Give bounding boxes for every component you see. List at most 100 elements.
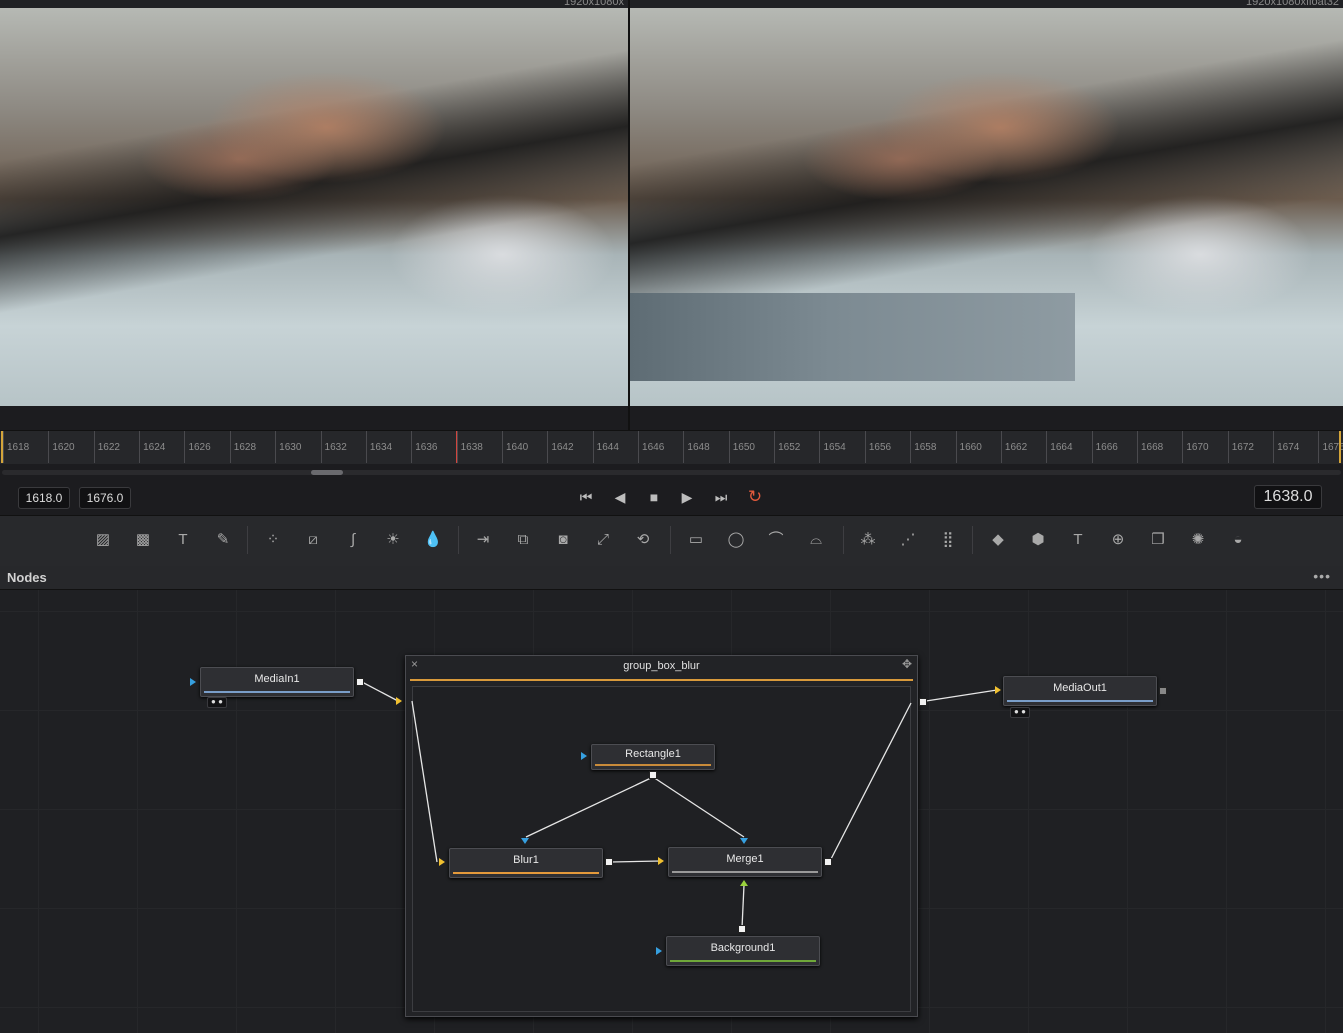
node-background1[interactable]: Background1 (666, 936, 820, 966)
group-box-blur[interactable]: × group_box_blur ✥ (405, 655, 918, 1017)
ruler-label: 1642 (551, 442, 574, 453)
output-port[interactable] (605, 858, 613, 866)
play-button[interactable]: ▶ (677, 488, 697, 506)
ruler-label: 1650 (732, 442, 755, 453)
group-color-bar (410, 679, 913, 681)
image-plane-3d-icon[interactable]: ◆ (986, 529, 1010, 551)
prender-icon[interactable]: ⋰ (896, 529, 920, 551)
node-label: Rectangle1 (625, 748, 681, 760)
ruler-tick (1227, 431, 1229, 463)
pemitter-icon[interactable]: ⁂ (856, 529, 880, 551)
view-badge[interactable]: ● ● (207, 697, 227, 708)
input-port[interactable] (190, 678, 196, 686)
renderer-3d-icon[interactable]: ◒ (1226, 529, 1250, 551)
node-mediaout1[interactable]: MediaOut1 (1003, 676, 1157, 706)
matte-control-icon[interactable]: ◙ (551, 529, 575, 551)
particle-style-icon[interactable]: ⣿ (936, 529, 960, 551)
output-port[interactable] (738, 925, 746, 933)
scroll-track[interactable] (2, 470, 1341, 475)
ruler-label: 1618 (7, 442, 30, 453)
ruler-tick (229, 431, 231, 463)
ruler-tick (48, 431, 50, 463)
input-port[interactable] (581, 752, 587, 760)
blur-icon[interactable]: 💧 (421, 529, 445, 551)
right-viewer[interactable]: 1920x1080xfloat32 (630, 0, 1343, 430)
render-end-field[interactable]: 1676.0 (79, 487, 131, 509)
timeline-ruler[interactable]: 1618 1620 1622 1624 1626 1628 1630 1632 1634 1636… (0, 430, 1343, 464)
mask-input-port[interactable] (740, 838, 748, 844)
ruler-label: 1624 (143, 442, 166, 453)
node-color-bar (670, 960, 816, 962)
group-output-port[interactable] (919, 698, 927, 706)
stop-button[interactable]: ■ (644, 488, 664, 506)
input-port[interactable] (439, 858, 445, 866)
resize-icon[interactable]: ⤢ (591, 529, 615, 551)
last-frame-button[interactable]: ⏭ (711, 488, 731, 506)
render-start-field[interactable]: 1618.0 (18, 487, 70, 509)
current-time-field[interactable]: 1638.0 (1254, 485, 1322, 509)
node-label: MediaOut1 (1053, 682, 1107, 694)
shape-3d-icon[interactable]: ⬢ (1026, 529, 1050, 551)
polygon-mask-icon[interactable]: ⌒ (764, 529, 788, 551)
light-3d-icon[interactable]: ✺ (1186, 529, 1210, 551)
text-3d-icon[interactable]: T (1066, 529, 1090, 551)
move-icon[interactable]: ✥ (902, 657, 912, 671)
node-mediain1[interactable]: MediaIn1 (200, 667, 354, 697)
node-color-bar (595, 764, 711, 766)
merge-icon[interactable]: ⧉ (511, 529, 535, 551)
brightness-contrast-icon[interactable]: ∫ (341, 529, 365, 551)
color-curves-icon[interactable]: ⧄ (301, 529, 325, 551)
input-port[interactable] (995, 686, 1001, 694)
left-viewer[interactable]: 1920x1080x (0, 0, 628, 430)
input-port[interactable] (656, 947, 662, 955)
paint-icon[interactable]: ✎ (211, 529, 235, 551)
ruler-label: 1622 (97, 442, 120, 453)
node-label: Background1 (710, 942, 776, 954)
ruler-tick (365, 431, 367, 463)
cube-3d-icon[interactable]: ❒ (1146, 529, 1170, 551)
first-frame-button[interactable]: ⏮ (576, 488, 596, 506)
rectangle-mask-icon[interactable]: ▭ (684, 529, 708, 551)
text-icon[interactable]: T (171, 529, 195, 551)
toolbar-separator (670, 526, 671, 554)
output-port[interactable] (1159, 687, 1167, 695)
fast-noise-icon[interactable]: ▩ (131, 529, 155, 551)
background-input-port[interactable] (658, 857, 664, 865)
ruler-label: 1668 (1141, 442, 1164, 453)
ruler-tick (320, 431, 322, 463)
particle-icon[interactable]: ⁘ (261, 529, 285, 551)
merge-3d-icon[interactable]: ⊕ (1106, 529, 1130, 551)
ruler-tick (501, 431, 503, 463)
mask-input-port[interactable] (521, 838, 529, 844)
toolbar-separator (247, 526, 248, 554)
ruler-tick (1137, 431, 1138, 463)
viewer-image-right (630, 8, 1343, 406)
timeline-scrollbar[interactable] (0, 464, 1343, 480)
output-port[interactable] (649, 771, 657, 779)
node-blur1[interactable]: Blur1 (449, 848, 603, 878)
background-icon[interactable]: ▨ (91, 529, 115, 551)
bspline-mask-icon[interactable]: ⌓ (804, 529, 828, 551)
transform-icon[interactable]: ⟲ (631, 529, 655, 551)
node-rectangle1[interactable]: Rectangle1 (591, 744, 715, 770)
ruler-tick (1182, 431, 1184, 463)
foreground-input-port[interactable] (740, 880, 748, 886)
node-merge1[interactable]: Merge1 (668, 847, 822, 877)
output-port[interactable] (824, 858, 832, 866)
node-color-bar (1007, 700, 1153, 702)
group-input-port[interactable] (396, 697, 402, 705)
output-port[interactable] (356, 678, 364, 686)
playhead[interactable] (456, 431, 457, 463)
viewer-image-left (0, 8, 628, 406)
color-corrector-icon[interactable]: ☀ (381, 529, 405, 551)
loader-icon[interactable]: ⇥ (471, 529, 495, 551)
step-back-button[interactable]: ◀ (610, 488, 630, 506)
more-options-icon[interactable]: ••• (1313, 568, 1331, 584)
view-badge[interactable]: ● ● (1010, 707, 1030, 718)
ellipse-mask-icon[interactable]: ◯ (724, 529, 748, 551)
render-end-marker[interactable] (1339, 431, 1341, 463)
resolution-label-left: 1920x1080x (564, 0, 624, 8)
scroll-thumb[interactable] (311, 470, 343, 475)
ruler-label: 1630 (279, 442, 302, 453)
loop-button[interactable]: ↻ (745, 488, 765, 506)
